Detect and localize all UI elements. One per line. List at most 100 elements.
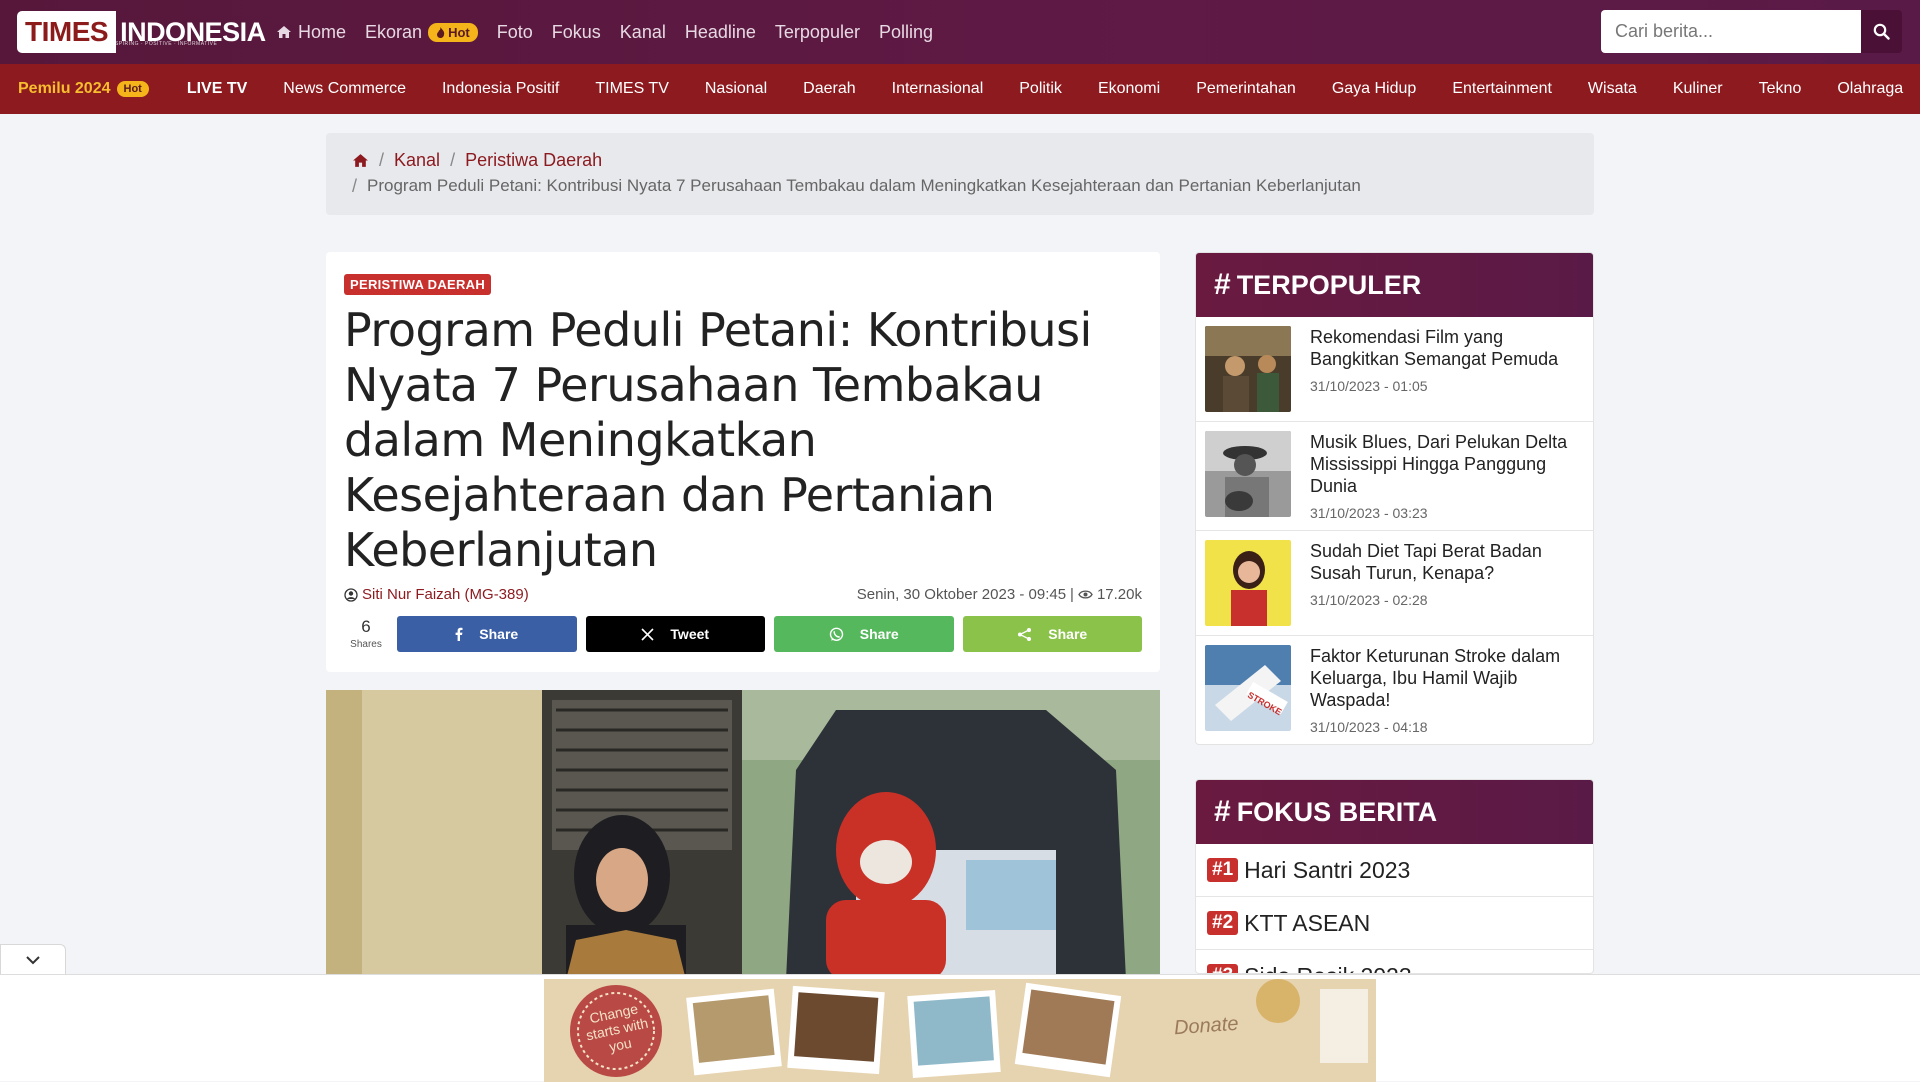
- fokus-rank-badge: #2: [1207, 911, 1239, 935]
- subnav-pemilu[interactable]: Pemilu 2024 Hot: [0, 80, 167, 98]
- meta-divider: |: [1070, 586, 1074, 603]
- generic-share-button[interactable]: Share: [962, 616, 1142, 652]
- subnav-olahraga[interactable]: Olahraga: [1819, 80, 1920, 98]
- nav-fokus[interactable]: Fokus: [552, 22, 601, 43]
- subnav-entertainment[interactable]: Entertainment: [1434, 80, 1570, 98]
- nav-home-label: Home: [298, 21, 347, 42]
- popular-item-date: 31/10/2023 - 04:18: [1310, 719, 1428, 735]
- search-button[interactable]: [1861, 10, 1902, 53]
- nav-ekoran[interactable]: Ekoran Hot: [365, 22, 478, 43]
- pemilu-hot-badge: Hot: [116, 81, 149, 97]
- fokus-item[interactable]: #3 Sido Resik 2023: [1196, 950, 1593, 974]
- subnav-news-commerce[interactable]: News Commerce: [265, 80, 424, 98]
- breadcrumb-separator: /: [352, 175, 358, 196]
- breadcrumb-peristiwa-daerah[interactable]: Peristiwa Daerah: [465, 150, 602, 171]
- whatsapp-icon: [829, 627, 843, 641]
- hero-photo: [326, 690, 1160, 980]
- article-title: Program Peduli Petani: Kontribusi Nyata …: [344, 303, 1092, 577]
- subnav-tekno[interactable]: Tekno: [1741, 80, 1820, 98]
- logo-tagline: INSPIRING · POSITIVE · INFORMATIVE: [109, 41, 218, 47]
- subnav-daerah[interactable]: Daerah: [785, 80, 873, 98]
- terpopuler-widget: # TERPOPULER Rekomendasi Film yang Bangk…: [1195, 252, 1594, 745]
- subnav-live-tv[interactable]: LIVE TV: [167, 80, 265, 98]
- article-meta: Siti Nur Faizah (MG-389) Senin, 30 Oktob…: [344, 586, 1142, 603]
- popular-thumbnail[interactable]: [1205, 326, 1291, 412]
- popular-item-title[interactable]: Sudah Diet Tapi Berat Badan Susah Turun,…: [1310, 540, 1584, 584]
- hot-badge-label: Hot: [448, 24, 470, 40]
- author-name: Siti Nur Faizah (MG-389): [362, 586, 529, 603]
- hashtag-icon: #: [1214, 268, 1231, 301]
- popular-thumbnail[interactable]: [1205, 431, 1291, 517]
- facebook-share-button[interactable]: Share: [397, 616, 577, 652]
- whatsapp-share-button[interactable]: Share: [774, 616, 954, 652]
- popular-item-date: 31/10/2023 - 02:28: [1310, 592, 1428, 608]
- generic-share-label: Share: [1048, 626, 1088, 642]
- subnav-internasional[interactable]: Internasional: [874, 80, 1002, 98]
- breadcrumb-kanal[interactable]: Kanal: [394, 150, 440, 171]
- ad-banner[interactable]: Change starts with you Donate: [544, 979, 1376, 1082]
- home-icon[interactable]: [352, 153, 369, 168]
- subnav-indonesia-positif[interactable]: Indonesia Positif: [424, 80, 577, 98]
- breadcrumb-current: Program Peduli Petani: Kontribusi Nyata …: [367, 176, 1361, 195]
- popular-item[interactable]: Sudah Diet Tapi Berat Badan Susah Turun,…: [1196, 531, 1593, 636]
- ad-artwork: [544, 979, 1376, 1082]
- subnav-kuliner[interactable]: Kuliner: [1655, 80, 1741, 98]
- breadcrumb-separator: /: [450, 149, 456, 170]
- nav-polling[interactable]: Polling: [879, 22, 933, 43]
- popular-item-date: 31/10/2023 - 03:23: [1310, 505, 1428, 521]
- sticky-ad-bar: Change starts with you Donate: [0, 974, 1920, 1082]
- subnav-politik[interactable]: Politik: [1001, 80, 1080, 98]
- popular-item-date: 31/10/2023 - 01:05: [1310, 378, 1428, 394]
- share-bar: 6 Shares Share Tweet Share Share: [344, 616, 1142, 652]
- subnav-pemilu-label: Pemilu 2024: [18, 80, 111, 97]
- terpopuler-title: TERPOPULER: [1236, 269, 1422, 300]
- facebook-icon: [455, 627, 463, 641]
- nav-home[interactable]: Home: [276, 22, 346, 43]
- popular-thumbnail[interactable]: [1205, 540, 1291, 626]
- fokus-item[interactable]: #2 KTT ASEAN: [1196, 897, 1593, 950]
- popular-thumbnail[interactable]: STROKE: [1205, 645, 1291, 731]
- author-link[interactable]: Siti Nur Faizah (MG-389): [344, 586, 529, 603]
- logo-times-text: TIMES: [17, 11, 117, 53]
- subnav-wisata[interactable]: Wisata: [1570, 80, 1655, 98]
- popular-item[interactable]: STROKE Faktor Keturunan Stroke dalam Kel…: [1196, 636, 1593, 744]
- share-counter: 6 Shares: [344, 618, 388, 651]
- publish-date: Senin, 30 Oktober 2023 - 09:45: [856, 586, 1067, 603]
- popular-item-title[interactable]: Rekomendasi Film yang Bangkitkan Semanga…: [1310, 326, 1584, 370]
- x-tweet-button[interactable]: Tweet: [585, 616, 765, 652]
- hashtag-icon: #: [1214, 795, 1231, 828]
- popular-item-title[interactable]: Musik Blues, Dari Pelukan Delta Mississi…: [1310, 431, 1584, 497]
- subnav-nasional[interactable]: Nasional: [687, 80, 785, 98]
- popular-item[interactable]: Rekomendasi Film yang Bangkitkan Semanga…: [1196, 317, 1593, 422]
- article-hero-image: [326, 690, 1160, 980]
- nav-terpopuler[interactable]: Terpopuler: [775, 22, 860, 43]
- nav-foto[interactable]: Foto: [497, 22, 533, 43]
- subnav-gaya-hidup[interactable]: Gaya Hidup: [1314, 80, 1435, 98]
- fokus-rank-badge: #3: [1207, 964, 1239, 973]
- chevron-down-icon: [26, 955, 40, 964]
- subnav-times-tv[interactable]: TIMES TV: [577, 80, 687, 98]
- whatsapp-share-label: Share: [859, 626, 899, 642]
- category-badge[interactable]: PERISTIWA DAERAH: [344, 274, 492, 295]
- popular-item-title[interactable]: Faktor Keturunan Stroke dalam Keluarga, …: [1310, 645, 1584, 711]
- fokus-item-label[interactable]: Sido Resik 2023: [1244, 963, 1412, 974]
- x-logo-icon: [641, 627, 654, 641]
- popular-item[interactable]: Musik Blues, Dari Pelukan Delta Mississi…: [1196, 422, 1593, 531]
- search-box: [1601, 10, 1902, 53]
- breadcrumb: / Kanal / Peristiwa Daerah / Program Ped…: [326, 133, 1594, 215]
- facebook-share-label: Share: [479, 626, 519, 642]
- site-logo[interactable]: TIMES INDONESIA INSPIRING · POSITIVE · I…: [17, 9, 266, 55]
- fokus-item-label[interactable]: KTT ASEAN: [1244, 910, 1370, 937]
- subnav-ekonomi[interactable]: Ekonomi: [1080, 80, 1178, 98]
- fokus-item-label[interactable]: Hari Santri 2023: [1244, 857, 1410, 884]
- nav-headline[interactable]: Headline: [685, 22, 756, 43]
- subnav-pemerintahan[interactable]: Pemerintahan: [1178, 80, 1314, 98]
- nav-kanal[interactable]: Kanal: [620, 22, 666, 43]
- ad-collapse-toggle[interactable]: [0, 944, 66, 974]
- view-count: 17.20k: [1096, 586, 1142, 603]
- search-input[interactable]: [1601, 10, 1861, 53]
- fokus-item[interactable]: #1 Hari Santri 2023: [1196, 844, 1593, 897]
- fokus-berita-title: FOKUS BERITA: [1236, 796, 1438, 827]
- fokus-rank-badge: #1: [1207, 858, 1239, 882]
- eye-icon: [1078, 590, 1093, 599]
